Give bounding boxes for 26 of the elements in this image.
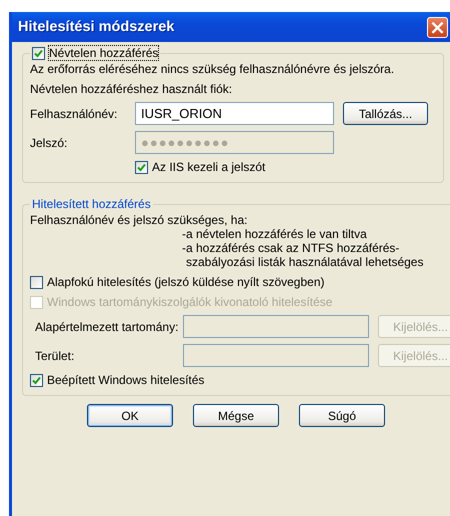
group-title: Hitelesített hozzáférés xyxy=(31,197,152,211)
window-title: Hitelesítési módszerek xyxy=(18,19,174,35)
checkbox[interactable] xyxy=(135,160,148,174)
condition-text: -a névtelen hozzáférés le van tiltva xyxy=(181,227,368,241)
dialog-button[interactable]: Mégse xyxy=(193,404,279,427)
close-button[interactable]: × xyxy=(427,16,448,38)
dialog-button[interactable]: Súgó xyxy=(299,404,385,427)
checkbox-label: Névtelen hozzáférés xyxy=(49,46,158,60)
browse-button[interactable]: Tallózás... xyxy=(343,102,428,125)
field-label: Jelszó: xyxy=(30,136,68,150)
checkbox-label: Windows tartománykiszolgálók kivonatoló hitelesítése xyxy=(47,295,332,309)
field-label: Alapértelmezett tartomány: xyxy=(35,320,180,334)
checkbox[interactable] xyxy=(32,46,45,60)
checkbox-label: Beépített Windows hitelesítés xyxy=(47,373,204,387)
checkbox-label: Alapfokú hitelesítés (jelszó küldése nyílt szövegben) xyxy=(47,275,324,289)
field-label: Terület: xyxy=(35,348,76,362)
checkbox-label: Az IIS kezeli a jelszót xyxy=(152,160,266,174)
checkbox[interactable] xyxy=(30,374,43,386)
condition-text: -a hozzáférés csak az NTFS hozzáférés-szabályozási listák használatával lehetséges xyxy=(181,241,424,269)
description-text: Az erőforrás eléréséhez nincs szükség felhasználónévre és jelszóra. xyxy=(30,62,396,76)
username-field[interactable]: IUSR_ORION xyxy=(135,102,334,125)
intro-text: Felhasználónév és jelszó szükséges, ha: xyxy=(30,213,248,227)
account-label: Névtelen hozzáféréshez használt fiók: xyxy=(30,82,234,96)
dialog-button[interactable]: OK xyxy=(87,404,173,427)
field-label: Felhasználónév: xyxy=(30,106,118,120)
checkbox[interactable] xyxy=(30,276,43,288)
